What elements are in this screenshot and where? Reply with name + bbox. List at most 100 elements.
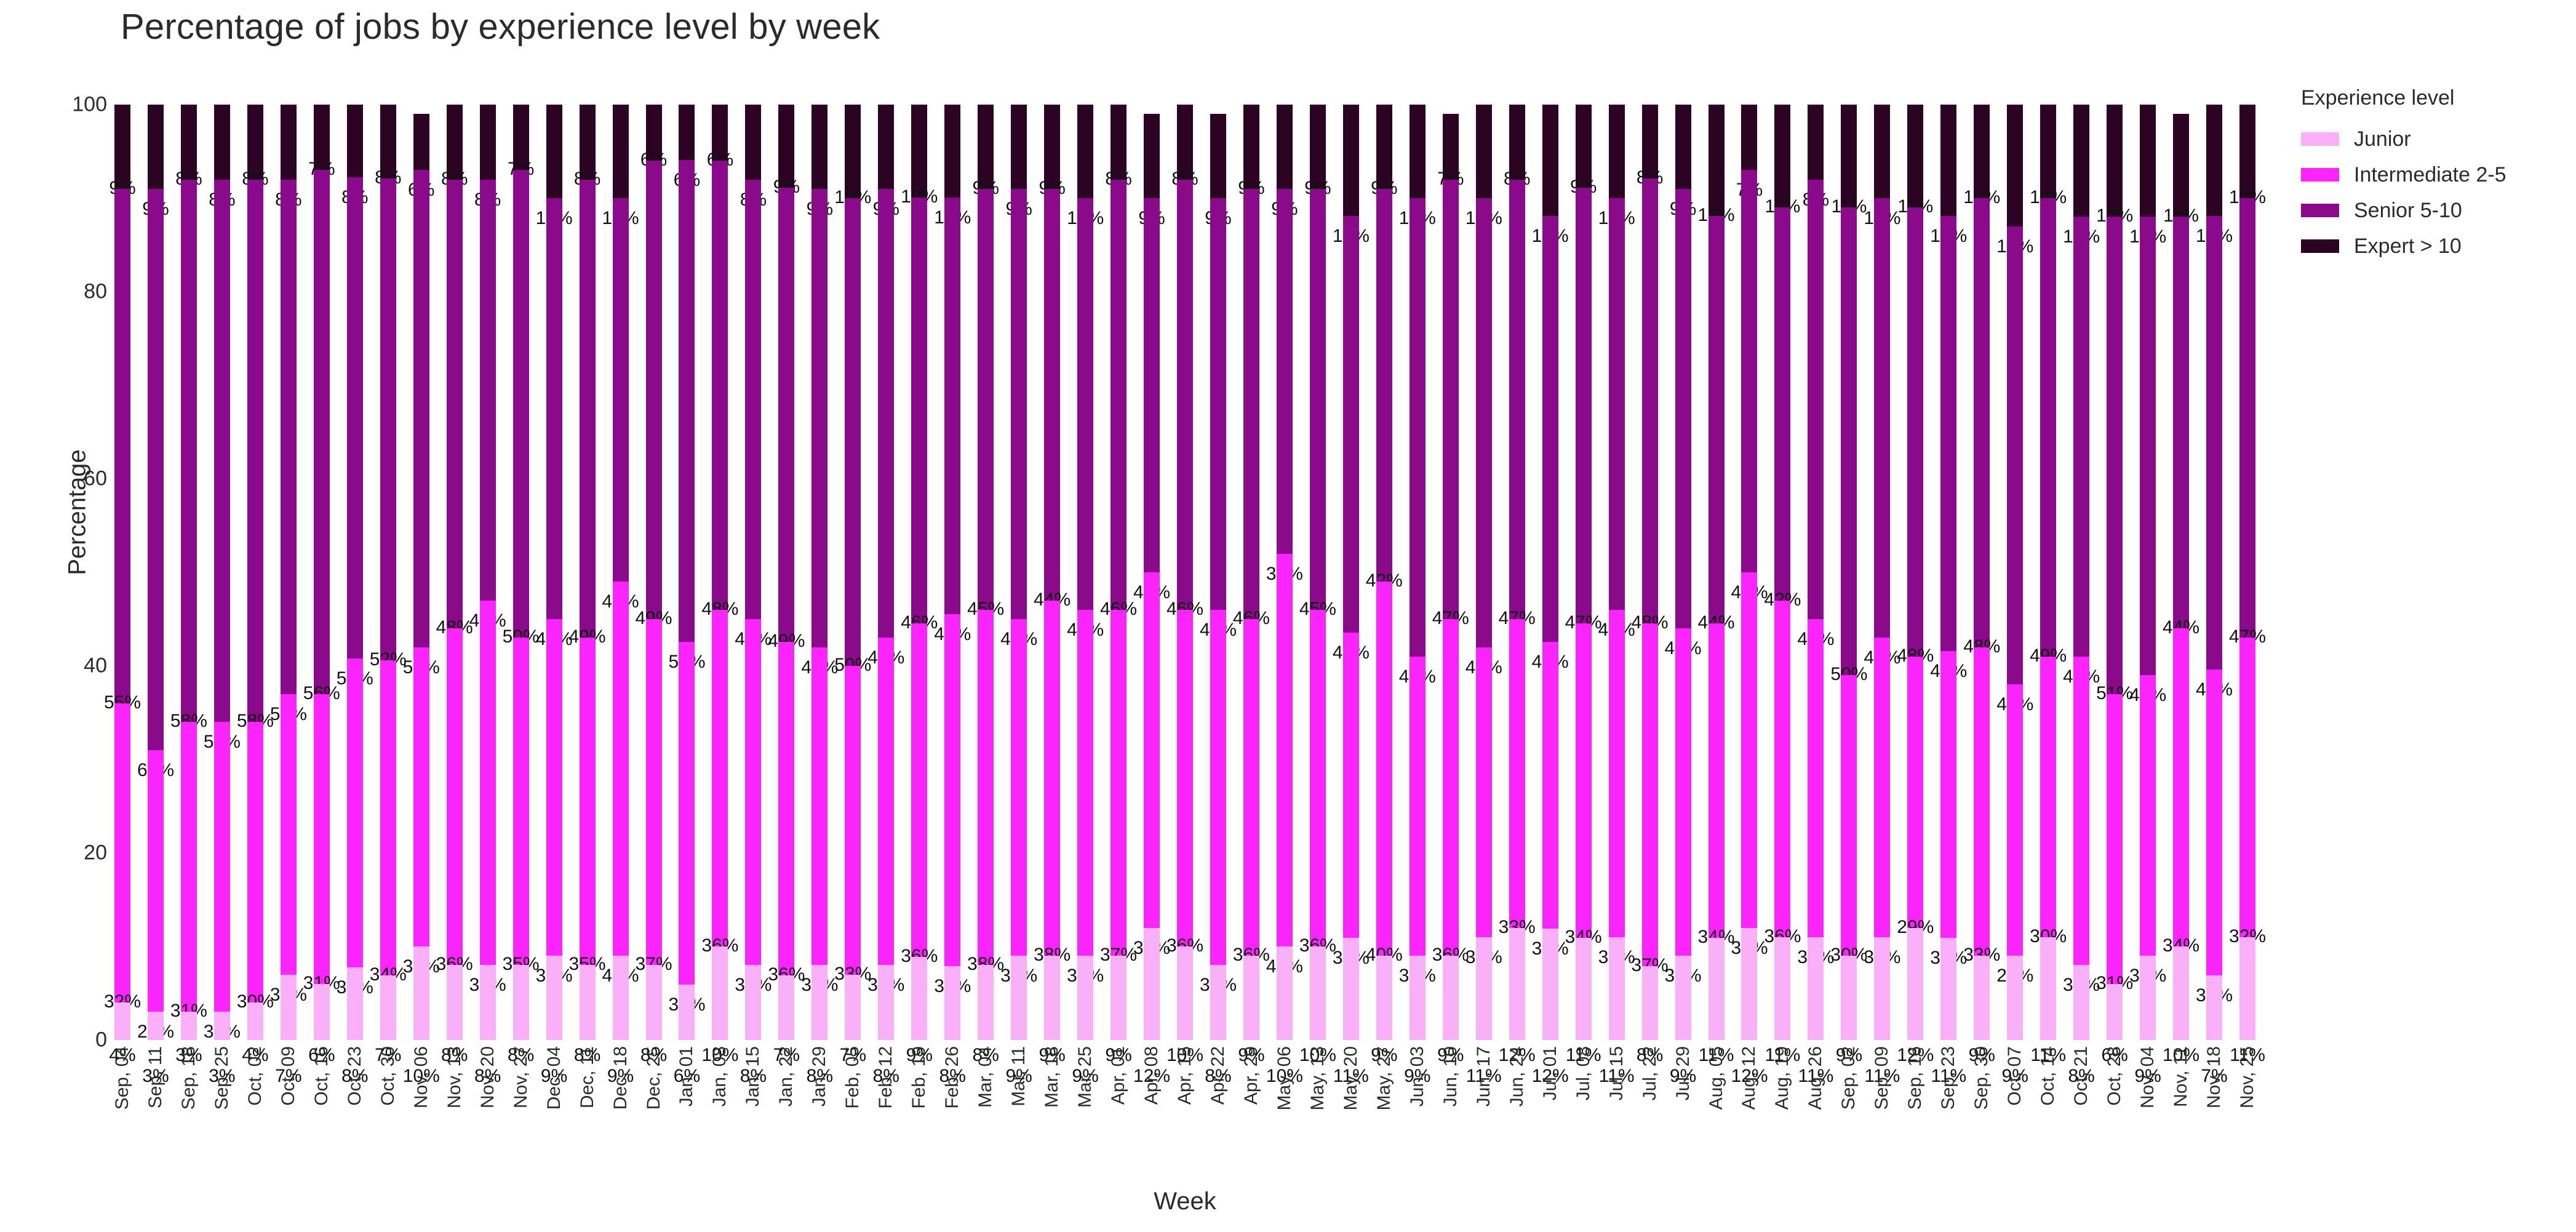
bar-column[interactable]: 8% 48% 36% 8% [436,105,473,1065]
bar-segment[interactable]: 9% [1670,956,1696,1086]
bar-segment[interactable]: 8% [807,965,833,1086]
bar-segment[interactable]: 35% [503,638,540,974]
bar-column[interactable]: 13%49%29%9% [1996,105,2033,1086]
bar-segment[interactable]: 11% [2230,937,2265,1065]
bar-segment[interactable]: 3% [142,1012,169,1086]
bar-segment[interactable]: 48% [867,188,904,667]
bar-segment[interactable]: 38% [934,614,971,995]
bar-segment[interactable]: 6% [707,105,733,169]
bar-segment[interactable]: 36% [1233,619,1270,964]
bar-segment[interactable]: 10% [901,105,938,206]
bar-segment[interactable]: 12% [2129,105,2166,246]
bar-column[interactable]: 10%48%31%11% [1465,105,1502,1086]
bar-segment[interactable]: 47% [1864,198,1900,667]
bar-column[interactable]: 10%41%40%9% [602,105,639,1086]
bar-segment[interactable]: 32% [1864,638,1900,966]
bar-segment[interactable]: 41% [602,198,639,611]
bar-segment[interactable]: 7% [375,975,401,1065]
bar-segment[interactable]: 3% [175,1012,202,1065]
bar-column[interactable]: 11% 44% 34% 10% [2163,105,2199,1065]
bar-segment[interactable]: 38% [1034,600,1071,964]
bar-segment[interactable]: 33% [1499,619,1536,936]
bar-column[interactable]: 9%40%38%12% [1133,105,1170,1086]
bar-segment[interactable]: 10% [1598,105,1635,228]
bar-column[interactable]: 9% 47% 34% 11% [1565,105,1602,1065]
bar-segment[interactable]: 47% [1565,188,1602,631]
bar-segment[interactable]: 12% [1333,105,1370,245]
bar-segment[interactable]: 10% [1299,946,1336,1065]
bar-segment[interactable]: 47% [2229,198,2266,646]
bar-segment[interactable]: 10% [1166,946,1203,1065]
bar-segment[interactable]: 9% [607,956,634,1086]
bar-segment[interactable]: 36% [1299,609,1336,955]
bar-column[interactable]: 10% 48% 33% 9% [1963,105,2000,1065]
bar-segment[interactable]: 8% [275,105,302,209]
bar-segment[interactable]: 45% [1299,188,1336,618]
bar-segment[interactable]: 6% [408,114,434,199]
bar-segment[interactable]: 9% [1005,105,1032,218]
bar-segment[interactable]: 12% [1897,927,1934,1065]
bar-segment[interactable]: 36% [768,641,805,983]
bar-segment[interactable]: 9% [142,105,169,218]
bar-segment[interactable]: 8% [474,965,501,1086]
bar-segment[interactable]: 11% [1864,937,1900,1086]
bar-column[interactable]: 12%47%31%11% [1930,105,1967,1086]
bar-segment[interactable]: 6% [674,105,700,190]
bar-segment[interactable]: 9% [2134,956,2161,1086]
bar-column[interactable]: 10%49%32%9% [1399,105,1436,1086]
bar-segment[interactable]: 48% [1963,198,2000,655]
bar-segment[interactable]: 36% [1764,600,1801,945]
bar-segment[interactable]: 49% [1399,198,1436,686]
bar-segment[interactable]: 55% [104,188,141,711]
bar-column[interactable]: 8%53%34%8% [337,105,373,1086]
bar-column[interactable]: 9% 55% 32% 4% [104,105,141,1065]
bar-segment[interactable]: 35% [867,638,904,994]
bar-column[interactable]: 10%45%38%8% [934,105,971,1086]
bar-segment[interactable]: 60% [137,188,174,779]
bar-segment[interactable]: 12% [1133,927,1170,1086]
legend-item-expert-10[interactable]: Expert > 10 [2301,228,2559,264]
bar-segment[interactable]: 8% [574,965,600,1065]
bar-segment[interactable]: 9% [541,956,567,1086]
bar-segment[interactable]: 36% [536,619,573,985]
bar-segment[interactable]: 8% [973,965,999,1065]
bar-column[interactable]: 7% 47% 36% 9% [1432,105,1469,1065]
bar-segment[interactable]: 46% [1233,188,1270,628]
bar-segment[interactable]: 9% [1138,114,1165,228]
bar-segment[interactable]: 12% [1697,105,1735,224]
bar-segment[interactable]: 35% [1598,609,1635,966]
bar-segment[interactable]: 10% [1864,105,1900,228]
bar-segment[interactable]: 38% [967,609,1004,974]
bar-column[interactable]: 7% 56% 31% 6% [303,105,340,1065]
bar-segment[interactable]: 45% [536,198,573,649]
bar-segment[interactable]: 8% [441,105,468,188]
bar-column[interactable]: 9% 44% 38% 9% [1034,105,1071,1065]
bar-segment[interactable]: 9% [906,956,933,1065]
legend-item-senior-5-10[interactable]: Senior 5-10 [2301,193,2559,228]
bar-segment[interactable]: 8% [1637,105,1663,187]
bar-segment[interactable]: 50% [1830,207,1867,684]
bar-segment[interactable]: 9% [1570,105,1597,196]
bar-segment[interactable]: 47% [2063,217,2100,686]
bar-segment[interactable]: 44% [1598,198,1635,639]
bar-segment[interactable]: 44% [1034,188,1071,609]
bar-segment[interactable]: 8% [441,965,468,1065]
bar-segment[interactable]: 8% [740,105,767,209]
bar-segment[interactable]: 33% [834,666,871,983]
bar-segment[interactable]: 36% [1432,619,1469,964]
bar-segment[interactable]: 9% [2002,956,2028,1086]
bar-segment[interactable]: 9% [1969,956,1995,1065]
bar-segment[interactable]: 9% [1271,105,1298,218]
bar-column[interactable]: 7% 50% 35% 8% [503,105,540,1065]
bar-segment[interactable]: 49% [569,179,606,646]
bar-column[interactable]: 8%58%31%3% [204,105,241,1086]
bar-segment[interactable]: 37% [635,619,672,974]
bar-segment[interactable]: 8% [375,105,401,187]
bar-segment[interactable]: 46% [1532,215,1569,671]
bar-segment[interactable]: 34% [1797,619,1834,966]
bar-segment[interactable]: 10% [834,105,871,207]
bar-column[interactable]: 10% 46% 36% 9% [901,105,938,1065]
bar-column[interactable]: 11% 42% 36% 11% [1764,105,1801,1065]
bar-segment[interactable]: 49% [635,161,672,628]
bar-segment[interactable]: 10% [2030,105,2067,207]
